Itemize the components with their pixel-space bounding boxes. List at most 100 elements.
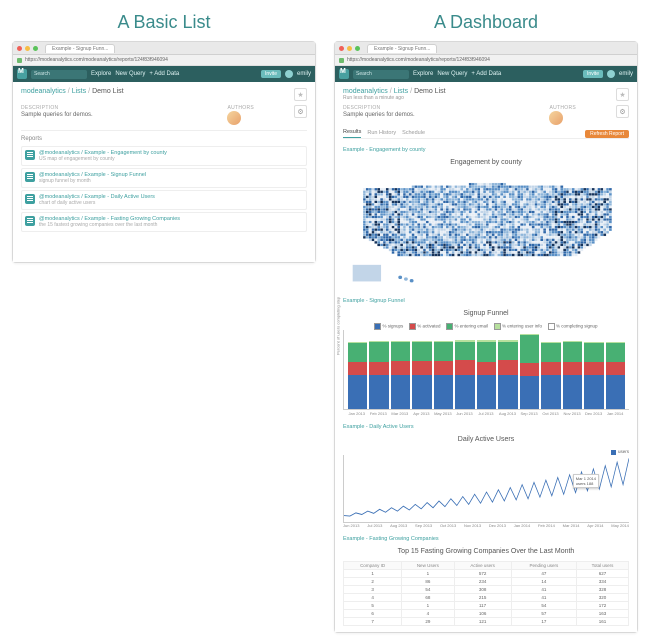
funnel-bar[interactable] — [498, 334, 517, 409]
funnel-bar[interactable] — [348, 334, 367, 409]
user-avatar-icon[interactable] — [285, 70, 293, 78]
legend-item: % signups — [374, 323, 403, 330]
tab-results[interactable]: Results — [343, 129, 361, 138]
crumb-org[interactable]: modeanalytics — [343, 88, 388, 95]
reports-header: Reports — [21, 136, 307, 142]
browser-tab[interactable]: Example - Signup Funn... — [45, 44, 115, 53]
funnel-bar[interactable] — [455, 334, 474, 409]
companies-table[interactable]: Company IDNew UsersActive usersPending u… — [343, 561, 629, 626]
search-input[interactable]: Search — [31, 70, 87, 79]
close-icon[interactable] — [339, 46, 344, 51]
user-name[interactable]: emily — [619, 71, 633, 77]
section-map-link[interactable]: Example - Engagement by county — [343, 147, 629, 153]
crumb-current: Demo List — [92, 88, 124, 95]
table-header[interactable]: Company ID — [344, 562, 402, 570]
table-header[interactable]: Pending users — [511, 562, 576, 570]
report-item[interactable]: @modeanalytics / Example - Fasting Growi… — [21, 212, 307, 232]
url-text: https://modeanalytics.com/modeanalytics/… — [25, 57, 168, 63]
table-row[interactable]: 35430841328 — [344, 586, 629, 594]
funnel-xlabel: Aug 2013 — [498, 411, 518, 416]
brand-logo-icon[interactable] — [339, 69, 349, 79]
address-bar[interactable]: https://modeanalytics.com/modeanalytics/… — [13, 55, 315, 66]
star-button[interactable]: ★ — [294, 88, 307, 101]
nav-new-query[interactable]: New Query — [115, 71, 145, 77]
author-avatar-icon[interactable] — [227, 111, 241, 125]
table-header[interactable]: New Users — [402, 562, 454, 570]
invite-button[interactable]: Invite — [583, 70, 603, 78]
report-icon — [25, 216, 35, 226]
nav-explore[interactable]: Explore — [91, 71, 111, 77]
dau-title: Daily Active Users — [343, 436, 629, 443]
user-name[interactable]: emily — [297, 71, 311, 77]
section-table-link[interactable]: Example - Fasting Growing Companies — [343, 536, 629, 542]
funnel-bar[interactable] — [563, 334, 582, 409]
funnel-bar[interactable] — [434, 334, 453, 409]
table-cell: 308 — [454, 586, 511, 594]
choropleth-map[interactable] — [343, 172, 629, 290]
dau-xlabel: Sep 2013 — [415, 523, 432, 528]
funnel-bar[interactable] — [477, 334, 496, 409]
nav-explore[interactable]: Explore — [413, 71, 433, 77]
brand-logo-icon[interactable] — [17, 69, 27, 79]
nav-add-data[interactable]: + Add Data — [149, 71, 179, 77]
address-bar[interactable]: https://modeanalytics.com/modeanalytics/… — [335, 55, 637, 66]
dau-xlabel: Dec 2013 — [489, 523, 506, 528]
dau-xlabel: Jan 2014 — [514, 523, 530, 528]
crumb-lists[interactable]: Lists — [394, 88, 408, 95]
tab-schedule[interactable]: Schedule — [402, 130, 425, 138]
browser-tab[interactable]: Example - Signup Funn... — [367, 44, 437, 53]
star-button[interactable]: ★ — [616, 88, 629, 101]
url-text: https://modeanalytics.com/modeanalytics/… — [347, 57, 490, 63]
funnel-bar[interactable] — [391, 334, 410, 409]
table-cell: 1 — [344, 570, 402, 578]
funnel-xlabel: Jan 2014 — [605, 411, 625, 416]
nav-new-query[interactable]: New Query — [437, 71, 467, 77]
close-icon[interactable] — [17, 46, 22, 51]
table-row[interactable]: 5111754172 — [344, 602, 629, 610]
table-row[interactable]: 46821541320 — [344, 594, 629, 602]
funnel-bar[interactable] — [541, 334, 560, 409]
funnel-bar[interactable] — [606, 334, 625, 409]
table-row[interactable]: 28623414334 — [344, 578, 629, 586]
description-text: Sample queries for demos. — [21, 112, 187, 118]
report-item[interactable]: @modeanalytics / Example - Engagement by… — [21, 146, 307, 166]
zoom-icon[interactable] — [33, 46, 38, 51]
minimize-icon[interactable] — [25, 46, 30, 51]
table-cell: 14 — [511, 578, 576, 586]
user-avatar-icon[interactable] — [607, 70, 615, 78]
invite-button[interactable]: Invite — [261, 70, 281, 78]
table-header[interactable]: Total users — [577, 562, 629, 570]
browser-chrome: Example - Signup Funn... — [335, 42, 637, 55]
report-item[interactable]: @modeanalytics / Example - Daily Active … — [21, 190, 307, 210]
refresh-button[interactable]: Refresh Report — [585, 130, 629, 138]
crumb-lists[interactable]: Lists — [72, 88, 86, 95]
dau-chart[interactable]: users Mar 1 2014 users 188 Jun 2013Jul 2… — [343, 449, 629, 528]
funnel-bar[interactable] — [369, 334, 388, 409]
table-header[interactable]: Active users — [454, 562, 511, 570]
table-row[interactable]: 6410657163 — [344, 610, 629, 618]
crumb-org[interactable]: modeanalytics — [21, 88, 66, 95]
tab-history[interactable]: Run History — [367, 130, 396, 138]
search-input[interactable]: Search — [353, 70, 409, 79]
section-dau-link[interactable]: Example - Daily Active Users — [343, 424, 629, 430]
report-item[interactable]: @modeanalytics / Example - Signup Funnel… — [21, 168, 307, 188]
table-row[interactable]: 1157247627 — [344, 570, 629, 578]
settings-button[interactable]: ⚙ — [616, 105, 629, 118]
zoom-icon[interactable] — [355, 46, 360, 51]
minimize-icon[interactable] — [347, 46, 352, 51]
table-row[interactable]: 72912117161 — [344, 618, 629, 626]
section-funnel-link[interactable]: Example - Signup Funnel — [343, 298, 629, 304]
author-avatar-icon[interactable] — [549, 111, 563, 125]
funnel-bar[interactable] — [412, 334, 431, 409]
report-subtitle: chart of daily active users — [39, 200, 155, 206]
description-label: DESCRIPTION — [21, 105, 187, 111]
funnel-bar[interactable] — [520, 334, 539, 409]
funnel-chart[interactable]: % signups% activated% entering email% en… — [343, 323, 629, 416]
table-cell: 320 — [577, 594, 629, 602]
settings-button[interactable]: ⚙ — [294, 105, 307, 118]
table-cell: 215 — [454, 594, 511, 602]
dau-xlabel: Mar 2014 — [563, 523, 580, 528]
funnel-bar[interactable] — [584, 334, 603, 409]
report-icon — [25, 194, 35, 204]
nav-add-data[interactable]: + Add Data — [471, 71, 501, 77]
